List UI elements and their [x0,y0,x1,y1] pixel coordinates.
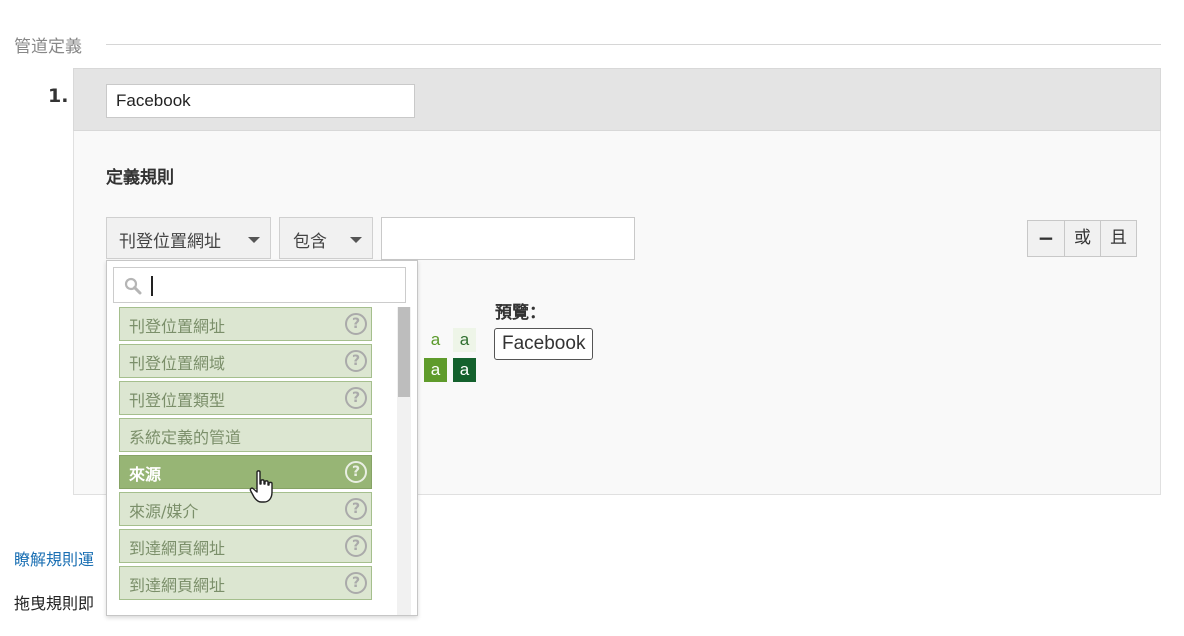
dropdown-item-label: 刊登位置網域 [129,354,226,373]
channel-name-input[interactable] [106,84,415,118]
drag-hint-text: 拖曳規則即 [14,594,95,613]
color-chip[interactable]: a [453,358,476,382]
dropdown-item[interactable]: 系統定義的管道 [119,418,372,452]
help-icon[interactable]: ? [345,572,367,594]
dropdown-item[interactable]: 到達網頁網址? [119,566,372,600]
channel-number: 1. [48,85,69,107]
help-icon[interactable]: ? [345,498,367,520]
preview-badge: Facebook [494,328,594,360]
color-chip[interactable]: a [453,328,476,352]
search-icon [124,277,142,295]
operator-select-value: 包含 [293,232,327,252]
dimension-select[interactable]: 刊登位置網址 [106,217,271,259]
dropdown-list: 刊登位置網址? 刊登位置網域? 刊登位置類型? 系統定義的管道 來源? 來源/媒介? 到達網… [119,307,375,603]
dimension-select-value: 刊登位置網址 [119,232,221,252]
color-chip[interactable]: a [424,328,447,352]
operator-select[interactable]: 包含 [279,217,373,259]
preview-label: 預覽： [495,303,546,323]
and-button[interactable]: 且 [1100,221,1136,256]
dropdown-item-label: 刊登位置網址 [129,317,226,336]
text-cursor [151,276,153,296]
help-icon[interactable]: ? [345,313,367,335]
dropdown-item[interactable]: 刊登位置類型? [119,381,372,415]
or-button[interactable]: 或 [1064,221,1100,256]
dropdown-item-label: 到達網頁網址 [129,576,226,595]
dropdown-item-label: 系統定義的管道 [129,428,242,447]
help-icon[interactable]: ? [345,461,367,483]
learn-rules-link[interactable]: 瞭解規則運 [14,546,94,570]
help-icon[interactable]: ? [345,387,367,409]
dropdown-item[interactable]: 來源? [119,455,372,489]
dropdown-item-label: 來源 [129,465,162,484]
dropdown-item[interactable]: 到達網頁網址? [119,529,372,563]
rule-button-group: − 或 且 [1027,220,1137,257]
help-icon[interactable]: ? [345,535,367,557]
dropdown-item-label: 刊登位置類型 [129,391,226,410]
rule-value-input[interactable] [381,217,635,260]
dimension-dropdown: 刊登位置網址? 刊登位置網域? 刊登位置類型? 系統定義的管道 來源? 來源/媒介? 到達網… [106,260,418,616]
section-title: 管道定義 [14,37,82,57]
dropdown-item[interactable]: 刊登位置網域? [119,344,372,378]
color-chip[interactable]: a [424,358,447,382]
rules-title: 定義規則 [106,168,174,188]
section-divider [106,44,1161,45]
chevron-down-icon [350,237,362,243]
dropdown-item-label: 到達網頁網址 [129,539,226,558]
dropdown-search-input[interactable] [113,267,406,303]
dropdown-item[interactable]: 刊登位置網址? [119,307,372,341]
chevron-down-icon [248,237,260,243]
dropdown-item[interactable]: 來源/媒介? [119,492,372,526]
help-icon[interactable]: ? [345,350,367,372]
dropdown-scrollbar-thumb[interactable] [398,307,410,397]
remove-rule-button[interactable]: − [1028,221,1064,256]
hand-pointer-icon [249,470,273,503]
dropdown-item-label: 來源/媒介 [129,502,199,521]
